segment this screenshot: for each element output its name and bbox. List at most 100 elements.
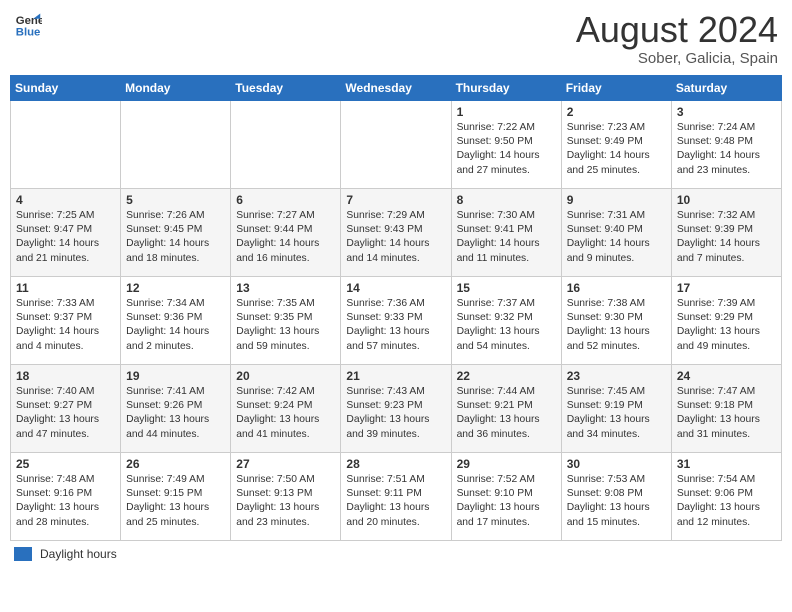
day-cell: 13Sunrise: 7:35 AM Sunset: 9:35 PM Dayli… (231, 276, 341, 364)
column-header-friday: Friday (561, 75, 671, 100)
day-cell: 28 Sunrise: 7:51 AM Sunset: 9:11 PM Dayli… (341, 452, 451, 540)
day-cell: 31 Sunrise: 7:54 AM Sunset: 9:06 PM Dayli… (671, 452, 781, 540)
week-row-2: 4 Sunrise: 7:25 AM Sunset: 9:47 PM Daylig… (11, 188, 782, 276)
day-cell (11, 100, 121, 188)
day-info: Sunrise: 7:23 AM Sunset: 9:49 PM Dayligh… (567, 121, 666, 179)
day-info: Sunrise: 7:53 AM Sunset: 9:08 PM Dayligh… (567, 473, 666, 531)
day-number: 8 (457, 193, 556, 207)
day-info: Sunrise: 7:30 AM Sunset: 9:41 PM Dayligh… (457, 209, 556, 267)
day-number: 11 (16, 281, 115, 295)
subtitle: Sober, Galicia, Spain (576, 50, 778, 67)
day-number: 26 (126, 457, 225, 471)
day-info: Sunrise: 7:45 AM Sunset: 9:19 PM Dayligh… (567, 385, 666, 443)
day-info: Sunrise: 7:50 AM Sunset: 9:13 PM Dayligh… (236, 473, 335, 531)
day-cell: 7Sunrise: 7:29 AM Sunset: 9:43 PM Daylig… (341, 188, 451, 276)
day-cell: 18 Sunrise: 7:40 AM Sunset: 9:27 PM Dayli… (11, 364, 121, 452)
day-number: 6 (236, 193, 335, 207)
column-header-saturday: Saturday (671, 75, 781, 100)
day-cell: 24Sunrise: 7:47 AM Sunset: 9:18 PM Dayli… (671, 364, 781, 452)
week-row-5: 25 Sunrise: 7:48 AM Sunset: 9:16 PM Dayli… (11, 452, 782, 540)
legend-color-box (14, 547, 32, 561)
day-cell: 19 Sunrise: 7:41 AM Sunset: 9:26 PM Dayli… (121, 364, 231, 452)
day-number: 24 (677, 369, 776, 383)
column-header-sunday: Sunday (11, 75, 121, 100)
day-number: 28 (346, 457, 445, 471)
column-header-tuesday: Tuesday (231, 75, 341, 100)
day-cell: 11 Sunrise: 7:33 AM Sunset: 9:37 PM Dayli… (11, 276, 121, 364)
day-cell: 20 Sunrise: 7:42 AM Sunset: 9:24 PM Dayli… (231, 364, 341, 452)
day-info: Sunrise: 7:51 AM Sunset: 9:11 PM Dayligh… (346, 473, 445, 531)
day-info: Sunrise: 7:26 AM Sunset: 9:45 PM Dayligh… (126, 209, 225, 267)
day-number: 5 (126, 193, 225, 207)
day-info: Sunrise: 7:39 AM Sunset: 9:29 PM Dayligh… (677, 297, 776, 355)
week-row-1: 1 Sunrise: 7:22 AM Sunset: 9:50 PM Daylig… (11, 100, 782, 188)
day-cell: 22 Sunrise: 7:44 AM Sunset: 9:21 PM Dayli… (451, 364, 561, 452)
day-cell: 4 Sunrise: 7:25 AM Sunset: 9:47 PM Daylig… (11, 188, 121, 276)
day-cell: 2 Sunrise: 7:23 AM Sunset: 9:49 PM Daylig… (561, 100, 671, 188)
day-info: Sunrise: 7:31 AM Sunset: 9:40 PM Dayligh… (567, 209, 666, 267)
day-info: Sunrise: 7:43 AM Sunset: 9:23 PM Dayligh… (346, 385, 445, 443)
day-number: 4 (16, 193, 115, 207)
day-cell: 25 Sunrise: 7:48 AM Sunset: 9:16 PM Dayli… (11, 452, 121, 540)
day-cell: 12 Sunrise: 7:34 AM Sunset: 9:36 PM Dayli… (121, 276, 231, 364)
day-number: 22 (457, 369, 556, 383)
day-info: Sunrise: 7:38 AM Sunset: 9:30 PM Dayligh… (567, 297, 666, 355)
svg-text:Blue: Blue (16, 26, 41, 38)
day-info: Sunrise: 7:24 AM Sunset: 9:48 PM Dayligh… (677, 121, 776, 179)
day-info: Sunrise: 7:49 AM Sunset: 9:15 PM Dayligh… (126, 473, 225, 531)
day-info: Sunrise: 7:48 AM Sunset: 9:16 PM Dayligh… (16, 473, 115, 531)
week-row-3: 11 Sunrise: 7:33 AM Sunset: 9:37 PM Dayli… (11, 276, 782, 364)
day-number: 21 (346, 369, 445, 383)
column-header-wednesday: Wednesday (341, 75, 451, 100)
day-info: Sunrise: 7:34 AM Sunset: 9:36 PM Dayligh… (126, 297, 225, 355)
day-number: 14 (346, 281, 445, 295)
day-info: Sunrise: 7:54 AM Sunset: 9:06 PM Dayligh… (677, 473, 776, 531)
day-cell (121, 100, 231, 188)
day-number: 15 (457, 281, 556, 295)
day-number: 29 (457, 457, 556, 471)
day-info: Sunrise: 7:37 AM Sunset: 9:32 PM Dayligh… (457, 297, 556, 355)
day-info: Sunrise: 7:22 AM Sunset: 9:50 PM Dayligh… (457, 121, 556, 179)
header-row: SundayMondayTuesdayWednesdayThursdayFrid… (11, 75, 782, 100)
day-cell (341, 100, 451, 188)
week-row-4: 18 Sunrise: 7:40 AM Sunset: 9:27 PM Dayli… (11, 364, 782, 452)
day-number: 2 (567, 105, 666, 119)
calendar-table: SundayMondayTuesdayWednesdayThursdayFrid… (10, 75, 782, 541)
day-info: Sunrise: 7:41 AM Sunset: 9:26 PM Dayligh… (126, 385, 225, 443)
main-title: August 2024 (576, 10, 778, 50)
day-info: Sunrise: 7:44 AM Sunset: 9:21 PM Dayligh… (457, 385, 556, 443)
day-number: 16 (567, 281, 666, 295)
day-info: Sunrise: 7:33 AM Sunset: 9:37 PM Dayligh… (16, 297, 115, 355)
day-number: 19 (126, 369, 225, 383)
day-cell: 29 Sunrise: 7:52 AM Sunset: 9:10 PM Dayli… (451, 452, 561, 540)
day-info: Sunrise: 7:25 AM Sunset: 9:47 PM Dayligh… (16, 209, 115, 267)
day-cell: 15 Sunrise: 7:37 AM Sunset: 9:32 PM Dayli… (451, 276, 561, 364)
day-number: 7 (346, 193, 445, 207)
day-number: 31 (677, 457, 776, 471)
day-number: 10 (677, 193, 776, 207)
day-cell: 3Sunrise: 7:24 AM Sunset: 9:48 PM Daylig… (671, 100, 781, 188)
day-number: 12 (126, 281, 225, 295)
day-number: 30 (567, 457, 666, 471)
day-cell: 16 Sunrise: 7:38 AM Sunset: 9:30 PM Dayli… (561, 276, 671, 364)
day-cell: 10Sunrise: 7:32 AM Sunset: 9:39 PM Dayli… (671, 188, 781, 276)
day-cell: 27Sunrise: 7:50 AM Sunset: 9:13 PM Dayli… (231, 452, 341, 540)
day-number: 9 (567, 193, 666, 207)
day-info: Sunrise: 7:40 AM Sunset: 9:27 PM Dayligh… (16, 385, 115, 443)
legend: Daylight hours (10, 547, 782, 561)
day-number: 13 (236, 281, 335, 295)
day-number: 23 (567, 369, 666, 383)
day-number: 17 (677, 281, 776, 295)
day-number: 25 (16, 457, 115, 471)
day-cell: 26 Sunrise: 7:49 AM Sunset: 9:15 PM Dayli… (121, 452, 231, 540)
day-number: 18 (16, 369, 115, 383)
day-info: Sunrise: 7:52 AM Sunset: 9:10 PM Dayligh… (457, 473, 556, 531)
column-header-monday: Monday (121, 75, 231, 100)
day-info: Sunrise: 7:42 AM Sunset: 9:24 PM Dayligh… (236, 385, 335, 443)
day-cell: 8 Sunrise: 7:30 AM Sunset: 9:41 PM Daylig… (451, 188, 561, 276)
day-number: 1 (457, 105, 556, 119)
day-number: 20 (236, 369, 335, 383)
day-cell: 30 Sunrise: 7:53 AM Sunset: 9:08 PM Dayli… (561, 452, 671, 540)
day-cell: 21 Sunrise: 7:43 AM Sunset: 9:23 PM Dayli… (341, 364, 451, 452)
day-info: Sunrise: 7:36 AM Sunset: 9:33 PM Dayligh… (346, 297, 445, 355)
